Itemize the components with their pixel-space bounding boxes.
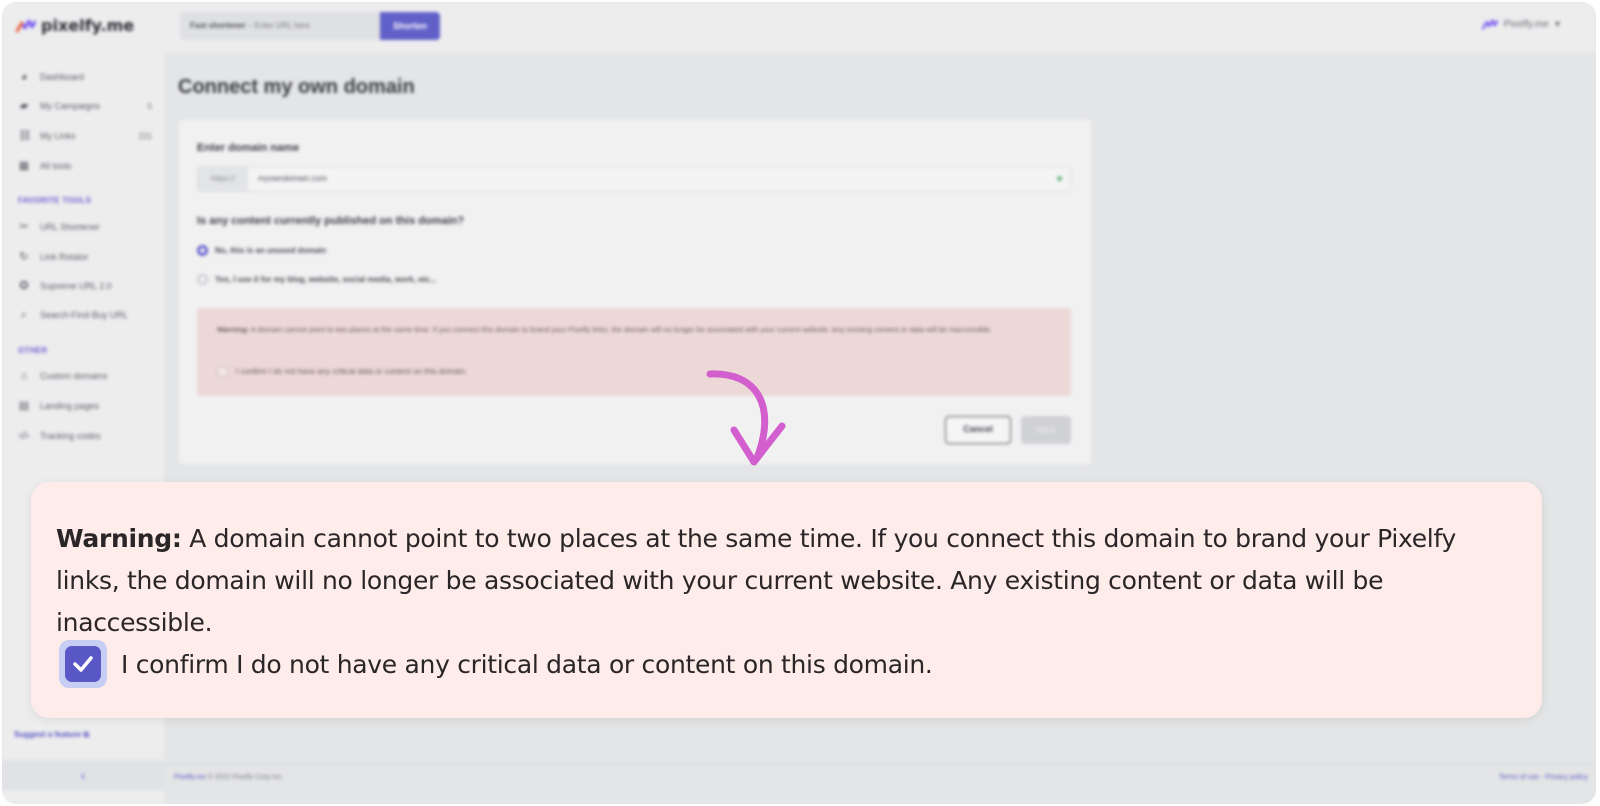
dashboard-icon: ◕ (20, 71, 28, 83)
sidebar-item-search-find-buy[interactable]: ⌕ Search-Find-Buy URL (18, 309, 152, 321)
sidebar-item-label: Landing pages (40, 401, 100, 411)
sidebar-item-my-campaigns[interactable]: ▰ My Campaigns 5 (18, 100, 152, 112)
rotate-icon: ↻ (19, 251, 29, 263)
sidebar-item-label: Dashboard (40, 72, 85, 82)
callout-warning-text: Warning: A domain cannot point to two pl… (56, 518, 1516, 644)
sidebar-item-label: My Links (40, 131, 76, 141)
callout-warning-body: A domain cannot point to two places at t… (56, 524, 1457, 637)
confirm-label: I confirm I do not have any critical dat… (121, 649, 933, 679)
sidebar-item-my-links[interactable]: ⛓ My Links 221 (18, 130, 152, 142)
confirm-label-small: I confirm I do not have any critical dat… (236, 367, 468, 376)
confirm-checkbox-small[interactable]: I confirm I do not have any critical dat… (217, 366, 467, 377)
content-question: Is any content currently published on th… (197, 215, 465, 227)
links-count: 221 (138, 131, 152, 141)
connect-domain-card: Enter domain name https:// myowndomain.c… (179, 120, 1091, 464)
code-icon: ‹/› (18, 430, 30, 442)
logo[interactable]: pixelfy.me (16, 16, 134, 35)
sidebar-item-label: Supreme URL 2.0 (40, 281, 112, 291)
copyright-text: © 2022 Pixelfy Corp Inc. (207, 774, 284, 781)
warning-box: Warning: A domain cannot point to two pl… (197, 308, 1071, 396)
campaign-count: 5 (147, 101, 152, 111)
fast-shortener-input[interactable]: Fast shortener – Enter URL here (180, 12, 380, 40)
sidebar-item-url-shortener[interactable]: ✂ URL Shortener (18, 221, 152, 233)
checkbox-icon (217, 366, 228, 377)
confirm-checkbox-row[interactable]: I confirm I do not have any critical dat… (59, 640, 933, 688)
brand-name: pixelfy.me (41, 16, 135, 35)
star-icon: ✪ (19, 280, 29, 292)
favorite-tools-heading: FAVORITE TOOLS (18, 196, 92, 205)
account-logo-icon (1481, 19, 1498, 30)
sidebar-item-all-tools[interactable]: ▦ All tools (18, 160, 152, 172)
domain-prefix: https:// (198, 167, 248, 191)
warning-callout: Warning: A domain cannot point to two pl… (31, 482, 1542, 718)
link-icon: ⛓ (18, 130, 32, 142)
topbar: Fast shortener – Enter URL here Shorten … (164, 2, 1596, 52)
warning-body: A domain cannot point to two places at t… (250, 325, 993, 334)
search-icon: ⌕ (20, 309, 28, 321)
sidebar-item-label: Custom domains (40, 371, 108, 381)
external-link-icon: ⧉ (83, 730, 90, 739)
confirm-checkbox[interactable] (59, 640, 107, 688)
radio-selected-icon (197, 245, 208, 256)
grid-icon: ▦ (18, 160, 30, 172)
sidebar-item-label: Search-Find-Buy URL (40, 310, 129, 320)
warning-strong: Warning: (217, 325, 250, 334)
chevron-down-icon: ▾ (1554, 19, 1560, 30)
other-heading: OTHER (18, 346, 48, 355)
radio-used-domain[interactable]: Yes, I use it for my blog, website, soci… (197, 274, 436, 285)
sidebar-item-tracking-codes[interactable]: ‹/› Tracking codes (18, 430, 152, 442)
suggest-feature-label: Suggest a feature (14, 730, 82, 739)
sidebar-item-label: My Campaigns (40, 101, 101, 111)
checkmark-icon (73, 656, 93, 672)
logo-mark-icon (16, 19, 36, 32)
sidebar-item-label: Link Rotator (40, 252, 89, 262)
callout-arrow-icon (706, 370, 786, 466)
domain-name-label: Enter domain name (197, 142, 300, 154)
folder-icon: ▰ (19, 100, 29, 112)
radio-unused-domain[interactable]: No, this is an unused domain (197, 245, 326, 256)
home-icon: ⌂ (20, 370, 28, 382)
sidebar-collapse-button[interactable]: ‹ (2, 760, 164, 790)
shorten-button[interactable]: Shorten (380, 12, 440, 40)
radio-label: Yes, I use it for my blog, website, soci… (215, 275, 437, 284)
sidebar-item-landing-pages[interactable]: ▤ Landing pages (18, 400, 152, 412)
account-menu[interactable]: Pixelfy.me ▾ (1481, 19, 1560, 30)
shortener-label: Fast shortener (190, 21, 246, 30)
sidebar-item-link-rotator[interactable]: ↻ Link Rotator (18, 251, 152, 263)
shortener-placeholder: – Enter URL here (247, 21, 310, 30)
page-title: Connect my own domain (178, 76, 415, 98)
scissors-icon: ✂ (19, 221, 29, 233)
valid-indicator-icon (1057, 176, 1062, 181)
footer-brand-link[interactable]: Pixelfy.me (174, 774, 206, 781)
suggest-feature-link[interactable]: Suggest a feature ⧉ (14, 730, 89, 740)
sidebar-item-dashboard[interactable]: ◕ Dashboard (18, 71, 152, 83)
screenshot-frame: pixelfy.me ◕ Dashboard ▰ My Campaigns 5 … (2, 2, 1596, 804)
next-button[interactable]: Next (1021, 416, 1071, 444)
footer-copyright: Pixelfy.me © 2022 Pixelfy Corp Inc. (174, 765, 283, 791)
footer-links[interactable]: Terms of use · Privacy policy (1499, 765, 1588, 791)
domain-value: myowndomain.com (258, 174, 327, 183)
warning-text: Warning: A domain cannot point to two pl… (217, 323, 1057, 337)
callout-warning-strong: Warning: (56, 524, 182, 553)
sidebar-item-label: URL Shortener (40, 222, 100, 232)
footer: Pixelfy.me © 2022 Pixelfy Corp Inc. Term… (164, 764, 1596, 790)
sidebar-item-label: Tracking codes (40, 431, 101, 441)
sidebar-item-supreme-url[interactable]: ✪ Supreme URL 2.0 (18, 280, 152, 292)
cancel-button[interactable]: Cancel (945, 416, 1011, 444)
sidebar-item-custom-domains[interactable]: ⌂ Custom domains (18, 370, 152, 382)
domain-input[interactable]: https:// myowndomain.com (197, 166, 1071, 192)
sidebar-item-label: All tools (40, 161, 72, 171)
radio-label: No, this is an unused domain (215, 246, 327, 255)
account-name: Pixelfy.me (1503, 19, 1549, 30)
checkbox-checked-icon (65, 646, 101, 682)
page-icon: ▤ (18, 400, 30, 412)
radio-unselected-icon (197, 274, 208, 285)
